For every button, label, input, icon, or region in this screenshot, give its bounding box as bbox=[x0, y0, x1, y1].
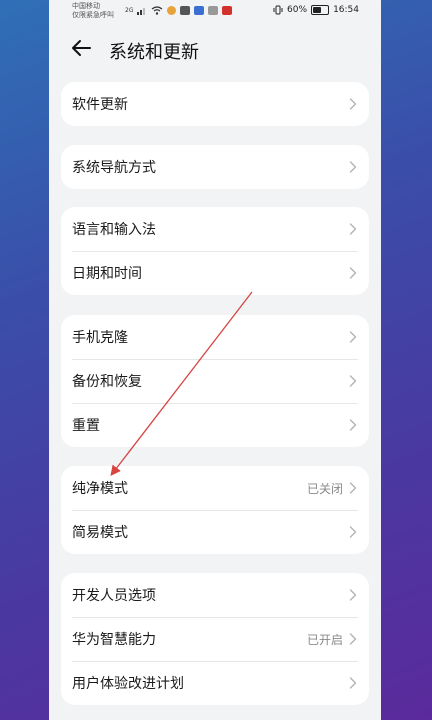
settings-card: 手机克隆备份和恢复重置 bbox=[61, 315, 369, 447]
network-type-label: 2G bbox=[125, 7, 134, 14]
settings-item-label: 重置 bbox=[72, 418, 100, 434]
phone-screen: 中国移动 仅限紧急呼叫 2G 60% 16:54 系统和更新 软件更新 系统导航… bbox=[49, 0, 381, 720]
settings-item-label: 简易模式 bbox=[72, 525, 128, 541]
chevron-right-icon bbox=[349, 677, 357, 689]
settings-item[interactable]: 日期和时间 bbox=[61, 251, 369, 295]
settings-item-label: 系统导航方式 bbox=[72, 160, 156, 176]
vibrate-icon bbox=[273, 5, 283, 15]
app-notification-icon bbox=[222, 6, 233, 15]
settings-item-label: 语言和输入法 bbox=[72, 222, 156, 238]
chevron-right-icon bbox=[349, 267, 357, 279]
settings-item-label: 软件更新 bbox=[72, 97, 128, 113]
status-icons: 2G bbox=[125, 6, 233, 15]
status-right: 60% 16:54 bbox=[273, 5, 359, 15]
settings-item-label: 开发人员选项 bbox=[72, 588, 156, 604]
settings-item-label: 用户体验改进计划 bbox=[72, 676, 184, 692]
chevron-right-icon bbox=[349, 526, 357, 538]
settings-item[interactable]: 系统导航方式 bbox=[61, 145, 369, 189]
settings-card: 软件更新 bbox=[61, 82, 369, 126]
back-arrow-icon[interactable] bbox=[69, 36, 93, 60]
settings-item[interactable]: 语言和输入法 bbox=[61, 207, 369, 251]
settings-item[interactable]: 简易模式 bbox=[61, 510, 369, 554]
chevron-right-icon bbox=[349, 223, 357, 235]
app-notification-icon bbox=[180, 6, 191, 15]
settings-item[interactable]: 重置 bbox=[61, 403, 369, 447]
header: 系统和更新 bbox=[49, 28, 381, 68]
wifi-icon bbox=[152, 6, 163, 15]
settings-item[interactable]: 华为智慧能力 已开启 bbox=[61, 617, 369, 661]
settings-card: 语言和输入法 日期和时间 bbox=[61, 207, 369, 295]
settings-item-label: 纯净模式 bbox=[72, 481, 128, 497]
settings-item[interactable]: 软件更新 bbox=[61, 82, 369, 126]
status-bar: 中国移动 仅限紧急呼叫 2G 60% 16:54 bbox=[49, 0, 381, 24]
settings-item[interactable]: 用户体验改进计划 bbox=[61, 661, 369, 705]
carrier-name: 中国移动 bbox=[72, 2, 100, 10]
settings-item-label: 日期和时间 bbox=[72, 266, 142, 282]
settings-item-label: 备份和恢复 bbox=[72, 374, 142, 390]
app-notification-icon bbox=[208, 6, 219, 15]
chevron-right-icon bbox=[349, 161, 357, 173]
settings-item-value: 已关闭 bbox=[306, 481, 343, 496]
settings-item-label: 手机克隆 bbox=[72, 330, 128, 346]
page-title: 系统和更新 bbox=[109, 42, 199, 63]
chevron-right-icon bbox=[349, 375, 357, 387]
clock: 16:54 bbox=[333, 5, 359, 15]
settings-item-label: 华为智慧能力 bbox=[72, 632, 156, 648]
settings-card: 开发人员选项 华为智慧能力 已开启用户体验改进计划 bbox=[61, 573, 369, 705]
chevron-right-icon bbox=[349, 419, 357, 431]
battery-icon bbox=[311, 5, 330, 15]
settings-item[interactable]: 手机克隆 bbox=[61, 315, 369, 359]
settings-item[interactable]: 纯净模式 已关闭 bbox=[61, 466, 369, 510]
settings-item[interactable]: 备份和恢复 bbox=[61, 359, 369, 403]
signal-icon bbox=[137, 8, 146, 15]
settings-item[interactable]: 开发人员选项 bbox=[61, 573, 369, 617]
chevron-right-icon bbox=[349, 331, 357, 343]
settings-item-value: 已开启 bbox=[306, 632, 343, 647]
chevron-right-icon bbox=[349, 98, 357, 110]
settings-card: 系统导航方式 bbox=[61, 145, 369, 189]
chevron-right-icon bbox=[349, 589, 357, 601]
app-notification-icon bbox=[194, 6, 205, 15]
carrier-info: 中国移动 仅限紧急呼叫 bbox=[72, 2, 114, 20]
chevron-right-icon bbox=[349, 482, 357, 494]
settings-card: 纯净模式 已关闭简易模式 bbox=[61, 466, 369, 554]
app-notification-icon bbox=[167, 6, 177, 15]
battery-percent: 60% bbox=[287, 5, 308, 15]
carrier-status: 仅限紧急呼叫 bbox=[72, 11, 114, 19]
chevron-right-icon bbox=[349, 633, 357, 645]
